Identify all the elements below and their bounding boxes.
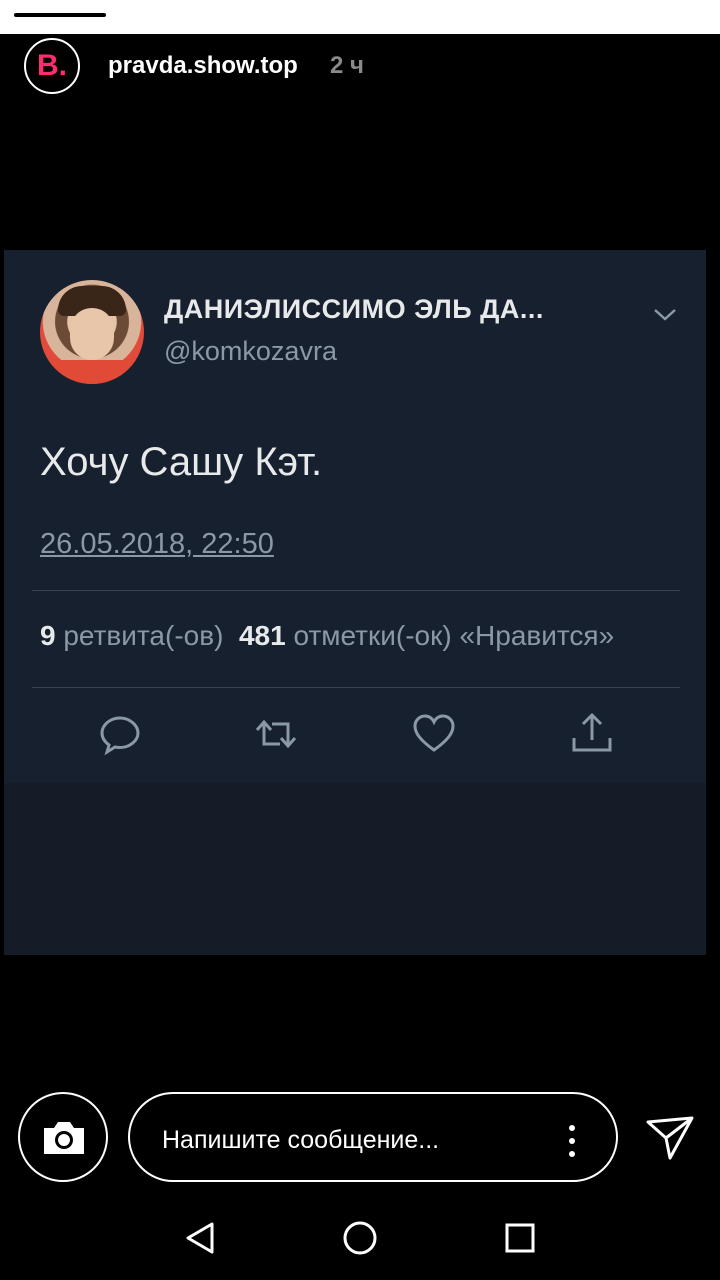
- tweet-date: 26.05.2018, 22:50: [40, 528, 274, 560]
- account-name[interactable]: pravda.show.top: [108, 52, 298, 80]
- back-icon[interactable]: [180, 1218, 220, 1258]
- message-input[interactable]: Напишите сообщение...: [128, 1092, 618, 1182]
- share-icon: [572, 712, 612, 752]
- logo-mark: B.: [37, 49, 67, 82]
- camera-icon: [44, 1122, 84, 1154]
- message-placeholder: Напишите сообщение...: [162, 1126, 440, 1154]
- divider: [32, 590, 680, 591]
- system-nav-bar: [0, 1200, 720, 1280]
- story-progress-bar-area: [0, 0, 720, 34]
- more-vertical-icon[interactable]: [562, 1124, 582, 1158]
- tweet-avatar: [40, 280, 144, 384]
- chevron-down-icon: [654, 309, 676, 321]
- story-progress-bar: [14, 13, 106, 17]
- send-icon[interactable]: [644, 1114, 696, 1162]
- tweet-text: Хочу Сашу Кэт.: [40, 440, 323, 484]
- story-time: 2 ч: [330, 52, 364, 79]
- tweet-screenshot: ДАНИЭЛИССИМО ЭЛЬ ДА... @komkozavra Хочу …: [4, 250, 706, 783]
- tweet-stats: 9 ретвита(-ов) 481 отметки(-ок) «Нравитс…: [40, 620, 706, 652]
- tweet-actions: [4, 710, 706, 760]
- recents-icon[interactable]: [500, 1218, 540, 1258]
- tweet-display-name: ДАНИЭЛИССИМО ЭЛЬ ДА...: [164, 294, 544, 324]
- tweet-handle: @komkozavra: [164, 336, 337, 366]
- tweet-screenshot-bottom: [4, 783, 706, 955]
- retweets-label: ретвита(-ов): [63, 620, 224, 651]
- home-icon[interactable]: [340, 1218, 380, 1258]
- retweets-count: 9: [40, 620, 56, 651]
- account-avatar[interactable]: B.: [24, 38, 80, 94]
- likes-count: 481: [238, 620, 286, 651]
- likes-label: отметки(-ок) «Нравится»: [293, 620, 615, 651]
- retweet-icon: [255, 719, 297, 749]
- reply-icon: [100, 716, 140, 756]
- like-icon: [413, 714, 455, 752]
- story-header: B. pravda.show.top 2 ч: [0, 34, 720, 104]
- divider: [32, 687, 680, 688]
- camera-button[interactable]: [18, 1092, 108, 1182]
- reply-bar: Напишите сообщение...: [0, 1090, 720, 1186]
